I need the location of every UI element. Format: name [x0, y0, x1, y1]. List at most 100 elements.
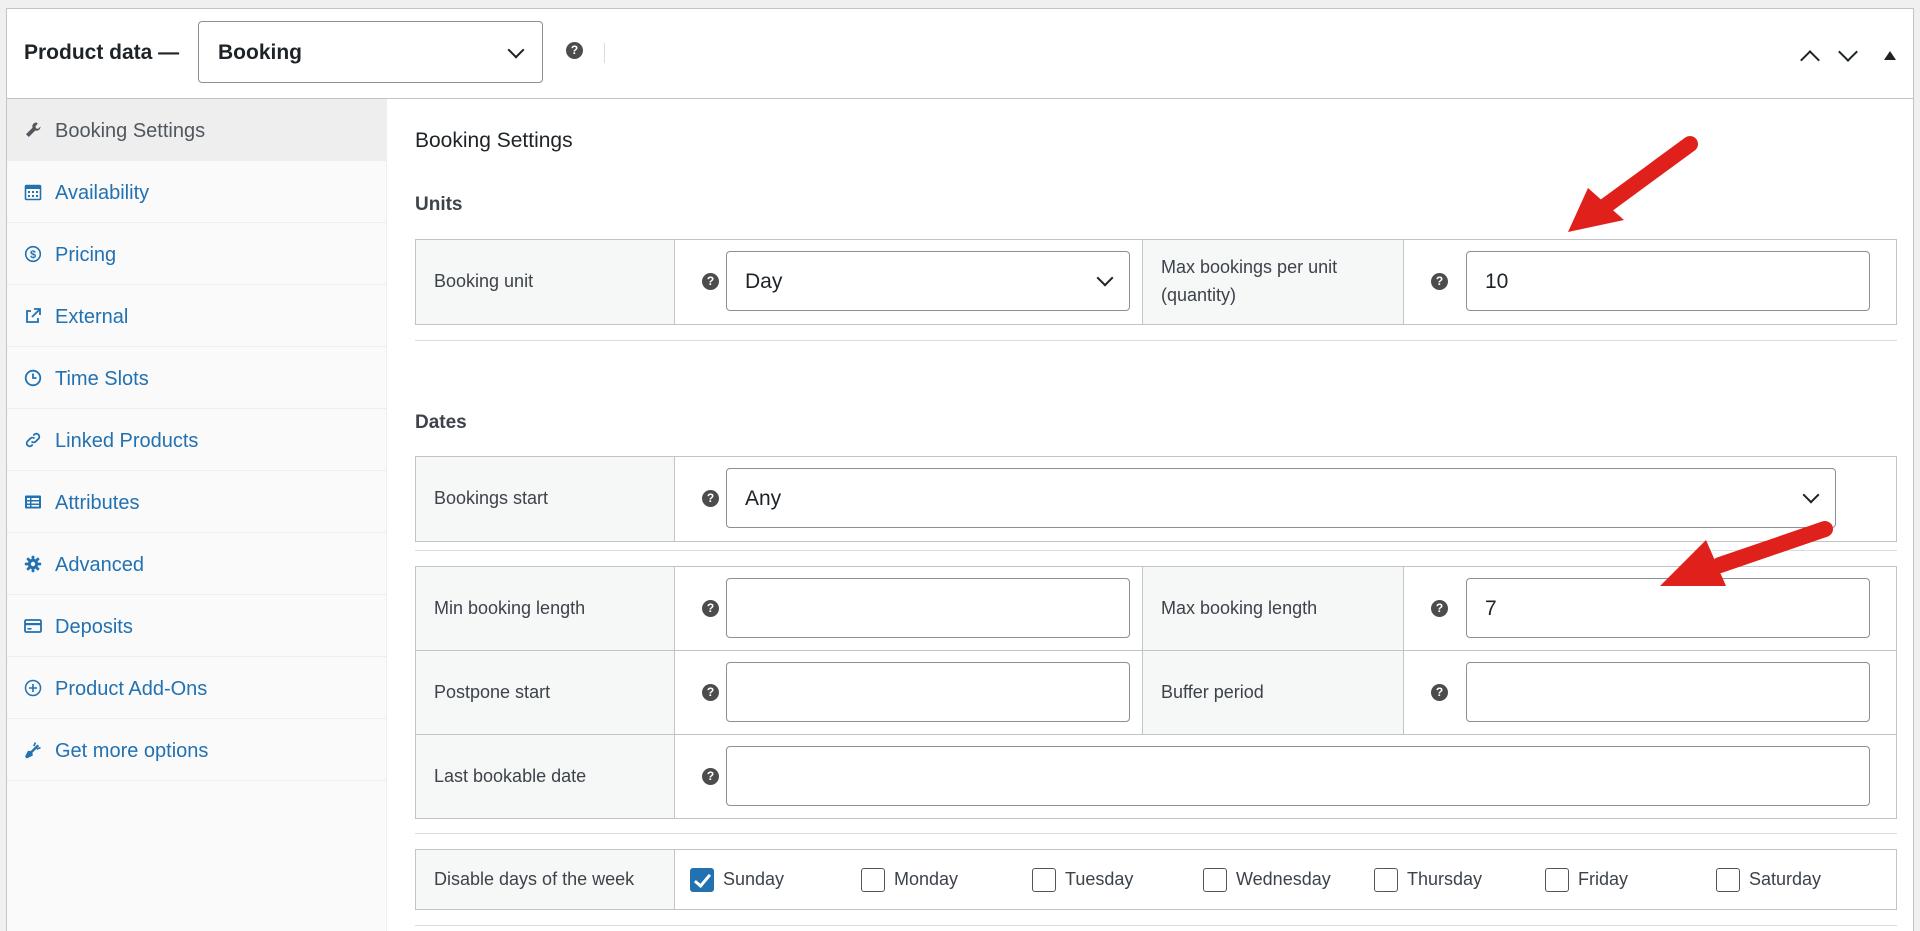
- collapse-toggle-icon[interactable]: [1884, 51, 1896, 60]
- checkbox[interactable]: [1203, 868, 1227, 892]
- booking-length-table: Min booking length ? Max booking length …: [415, 566, 1897, 819]
- gear-icon: [24, 555, 42, 573]
- help-icon[interactable]: ?: [702, 768, 719, 785]
- booking-unit-label-cell: Booking unit: [416, 240, 675, 324]
- tab-label: Product Add-Ons: [55, 678, 208, 700]
- move-down-icon[interactable]: [1838, 42, 1858, 62]
- checkbox[interactable]: [1374, 868, 1398, 892]
- day-label: Monday: [894, 869, 959, 889]
- tab-attributes[interactable]: Attributes: [7, 471, 387, 533]
- move-up-icon[interactable]: [1800, 50, 1820, 70]
- annotation-arrow-icon: [1660, 521, 1833, 586]
- product-type-value: Booking: [218, 41, 302, 64]
- units-heading: Units: [415, 194, 463, 215]
- disable-days-label-cell: Disable days of the week: [416, 850, 675, 909]
- postpone-label: Postpone start: [434, 682, 551, 702]
- chevron-down-icon: [507, 41, 525, 59]
- tab-label: Pricing: [55, 244, 117, 266]
- booking-unit-label: Booking unit: [434, 271, 534, 291]
- max-bookings-input[interactable]: 10: [1466, 251, 1870, 311]
- tab-external[interactable]: External: [7, 285, 387, 347]
- screen: Product data — Booking ? Booking Setting…: [0, 0, 1920, 931]
- max-bookings-label-cell: Max bookings per unit (quantity): [1143, 240, 1404, 324]
- checkbox[interactable]: [861, 868, 885, 892]
- tab-label: Linked Products: [55, 430, 199, 452]
- day-label: Friday: [1578, 869, 1629, 889]
- separator: [415, 925, 1897, 926]
- last-date-label: Last bookable date: [434, 766, 587, 786]
- tab-pricing[interactable]: $ Pricing: [7, 223, 387, 285]
- bookings-start-value: Any: [745, 487, 782, 510]
- day-label: Saturday: [1749, 869, 1822, 889]
- dollar-icon: $: [24, 245, 42, 263]
- product-type-select[interactable]: Booking: [198, 21, 543, 83]
- external-link-icon: [24, 307, 42, 325]
- buffer-input[interactable]: [1466, 662, 1870, 722]
- booking-unit-value: Day: [745, 270, 783, 293]
- list-icon: [24, 493, 42, 511]
- help-icon[interactable]: ?: [1431, 273, 1448, 290]
- buffer-label: Buffer period: [1161, 682, 1264, 702]
- tab-advanced[interactable]: Advanced: [7, 533, 387, 595]
- bookings-start-label: Bookings start: [434, 488, 549, 508]
- day-label: Tuesday: [1065, 869, 1134, 889]
- chevron-down-icon: [1802, 486, 1820, 504]
- units-table: Booking unit ? Day Max bookings per unit…: [415, 239, 1897, 325]
- tab-label: Booking Settings: [55, 120, 206, 142]
- checkbox-checked[interactable]: [690, 868, 714, 892]
- dates-heading: Dates: [415, 412, 467, 433]
- tab-availability[interactable]: Availability: [7, 161, 387, 223]
- last-date-input[interactable]: [726, 746, 1870, 806]
- svg-text:$: $: [30, 249, 36, 261]
- tab-booking-settings[interactable]: Booking Settings: [7, 99, 387, 161]
- divider: [416, 650, 1896, 651]
- separator: [415, 833, 1897, 834]
- tab-label: Get more options: [55, 740, 209, 762]
- tab-get-more-options[interactable]: Get more options: [7, 719, 387, 781]
- separator: [415, 340, 1897, 341]
- tab-label: Advanced: [55, 554, 144, 576]
- link-icon: [24, 431, 42, 449]
- panel-title: Product data —: [24, 41, 180, 64]
- tab-label: Time Slots: [55, 368, 149, 390]
- calendar-icon: [24, 183, 42, 201]
- tab-product-add-ons[interactable]: Product Add-Ons: [7, 657, 387, 719]
- divider: [416, 734, 1896, 735]
- header-divider: [604, 43, 605, 63]
- plus-circle-icon: [24, 679, 42, 697]
- min-length-input[interactable]: [726, 578, 1130, 638]
- bookings-start-label-cell: Bookings start: [416, 457, 675, 541]
- tab-linked-products[interactable]: Linked Products: [7, 409, 387, 471]
- disable-days-table: Disable days of the week: [415, 849, 1897, 910]
- disable-days-label: Disable days of the week: [434, 869, 635, 889]
- tab-deposits[interactable]: Deposits: [7, 595, 387, 657]
- day-label: Thursday: [1407, 869, 1483, 889]
- help-icon[interactable]: ?: [702, 600, 719, 617]
- checkbox[interactable]: [1545, 868, 1569, 892]
- help-icon[interactable]: ?: [702, 273, 719, 290]
- card-icon: [24, 617, 42, 635]
- chevron-down-icon: [1096, 269, 1114, 287]
- tab-label: Attributes: [55, 492, 140, 514]
- help-icon[interactable]: ?: [702, 490, 719, 507]
- help-icon[interactable]: ?: [702, 684, 719, 701]
- max-bookings-label-line1: Max bookings per unit: [1161, 257, 1338, 277]
- max-bookings-value: 10: [1485, 270, 1509, 293]
- checkbox[interactable]: [1716, 868, 1740, 892]
- day-label: Sunday: [723, 869, 785, 889]
- annotation-arrow-icon: [1568, 136, 1698, 232]
- tab-label: Deposits: [55, 616, 133, 638]
- min-length-label: Min booking length: [434, 598, 586, 618]
- max-length-label: Max booking length: [1161, 598, 1318, 618]
- tab-time-slots[interactable]: Time Slots: [7, 347, 387, 409]
- help-icon[interactable]: ?: [1431, 600, 1448, 617]
- help-icon[interactable]: ?: [1431, 684, 1448, 701]
- panel-header: Product data — Booking ?: [7, 9, 1913, 99]
- booking-unit-select[interactable]: Day: [726, 251, 1130, 311]
- tab-label: External: [55, 306, 129, 328]
- postpone-input[interactable]: [726, 662, 1130, 722]
- help-icon[interactable]: ?: [566, 42, 583, 59]
- max-bookings-label-line2: (quantity): [1161, 285, 1237, 305]
- max-length-value: 7: [1485, 597, 1497, 620]
- checkbox[interactable]: [1032, 868, 1056, 892]
